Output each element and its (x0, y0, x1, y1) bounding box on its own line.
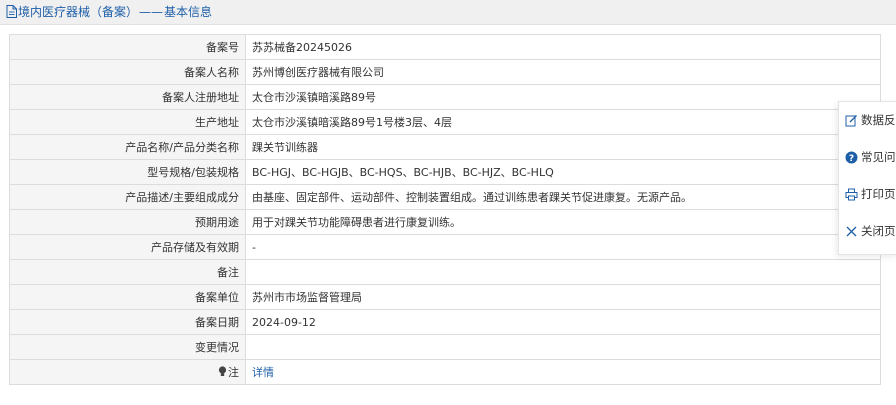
field-label: 预期用途 (9, 209, 246, 235)
table-row: 备案人注册地址 太仓市沙溪镇暗溪路89号 (9, 84, 881, 110)
close-page-button[interactable]: 关闭页 (845, 222, 896, 240)
table-row: 备案日期 2024-09-12 (9, 309, 881, 335)
table-row: 产品描述/主要组成成分 由基座、固定部件、运动部件、控制装置组成。通过训练患者踝关… (9, 184, 881, 210)
field-label: 备案单位 (9, 284, 246, 310)
note-label: 注 (228, 366, 239, 379)
note-label-cell: 注 (9, 359, 246, 385)
printer-icon (845, 187, 861, 201)
close-page-label: 关闭页 (861, 224, 896, 238)
field-value: 由基座、固定部件、运动部件、控制装置组成。通过训练患者踝关节促进康复。无源产品。 (245, 184, 881, 210)
field-label: 备案日期 (9, 309, 246, 335)
field-label: 产品名称/产品分类名称 (9, 134, 246, 160)
field-label: 备案号 (9, 34, 246, 60)
field-label: 生产地址 (9, 109, 246, 135)
field-label: 产品描述/主要组成成分 (9, 184, 246, 210)
table-row: 备案人名称 苏州博创医疗器械有限公司 (9, 59, 881, 85)
breadcrumb-separator: —— (139, 5, 164, 19)
table-row: 备案号 苏苏械备20245026 (9, 34, 881, 60)
basic-info-table: 备案号 苏苏械备20245026 备案人名称 苏州博创医疗器械有限公司 备案人注册地址太… (9, 34, 881, 385)
document-icon (6, 5, 17, 22)
field-value: 踝关节训练器 (245, 134, 881, 160)
field-value: 用于对踝关节功能障碍患者进行康复训练。 (245, 209, 881, 235)
field-value: 太仓市沙溪镇暗溪路89号 (245, 84, 881, 110)
breadcrumb-section[interactable]: 境内医疗器械（备案） (18, 5, 138, 19)
print-label: 打印页 (861, 187, 896, 201)
field-label: 产品存储及有效期 (9, 234, 246, 260)
table-row: 预期用途 用于对踝关节功能障碍患者进行康复训练。 (9, 209, 881, 235)
table-row: 备案单位 苏州市市场监督管理局 (9, 284, 881, 310)
table-row: 产品存储及有效期 - (9, 234, 881, 260)
svg-text:?: ? (849, 154, 854, 164)
field-value: 苏州市市场监督管理局 (245, 284, 881, 310)
field-value: - (245, 234, 881, 260)
field-label: 备注 (9, 259, 246, 285)
field-label: 备案人注册地址 (9, 84, 246, 110)
table-row: 型号规格/包装规格 BC-HGJ、BC-HGJB、BC-HQS、BC-HJB、BC… (9, 159, 881, 185)
print-button[interactable]: 打印页 (845, 185, 896, 203)
field-label: 变更情况 (9, 334, 246, 360)
edit-icon (845, 113, 861, 127)
field-value: 苏州博创医疗器械有限公司 (245, 59, 881, 85)
table-row: 生产地址 太仓市沙溪镇暗溪路89号1号楼3层、4层 (9, 109, 881, 135)
feedback-button[interactable]: 数据反 (845, 111, 896, 129)
table-row: 注详情 (9, 359, 881, 385)
field-value (245, 334, 881, 360)
field-value: 太仓市沙溪镇暗溪路89号1号楼3层、4层 (245, 109, 881, 135)
feedback-label: 数据反 (861, 113, 896, 127)
breadcrumb: 境内医疗器械（备案）——基本信息 (6, 4, 212, 20)
help-circle-icon: ? (845, 150, 861, 164)
note-value-cell: 详情 (245, 359, 881, 385)
details-link[interactable]: 详情 (252, 366, 274, 379)
faq-button[interactable]: ? 常见问 (845, 148, 896, 166)
faq-label: 常见问 (861, 150, 896, 164)
table-row: 产品名称/产品分类名称 踝关节训练器 (9, 134, 881, 160)
table-row: 变更情况 (9, 334, 881, 360)
field-value (245, 259, 881, 285)
lightbulb-icon (218, 366, 227, 380)
close-icon (845, 224, 861, 238)
breadcrumb-current-page: 基本信息 (164, 5, 213, 19)
field-value: 2024-09-12 (245, 309, 881, 335)
field-label: 型号规格/包装规格 (9, 159, 246, 185)
field-label: 备案人名称 (9, 59, 246, 85)
table-row: 备注 (9, 259, 881, 285)
field-value: 苏苏械备20245026 (245, 34, 881, 60)
floating-tool-menu: 数据反 ? 常见问 打印页 关闭页 (838, 101, 896, 255)
field-value: BC-HGJ、BC-HGJB、BC-HQS、BC-HJB、BC-HJZ、BC-H… (245, 159, 881, 185)
page-header: 境内医疗器械（备案）——基本信息 (0, 0, 896, 25)
